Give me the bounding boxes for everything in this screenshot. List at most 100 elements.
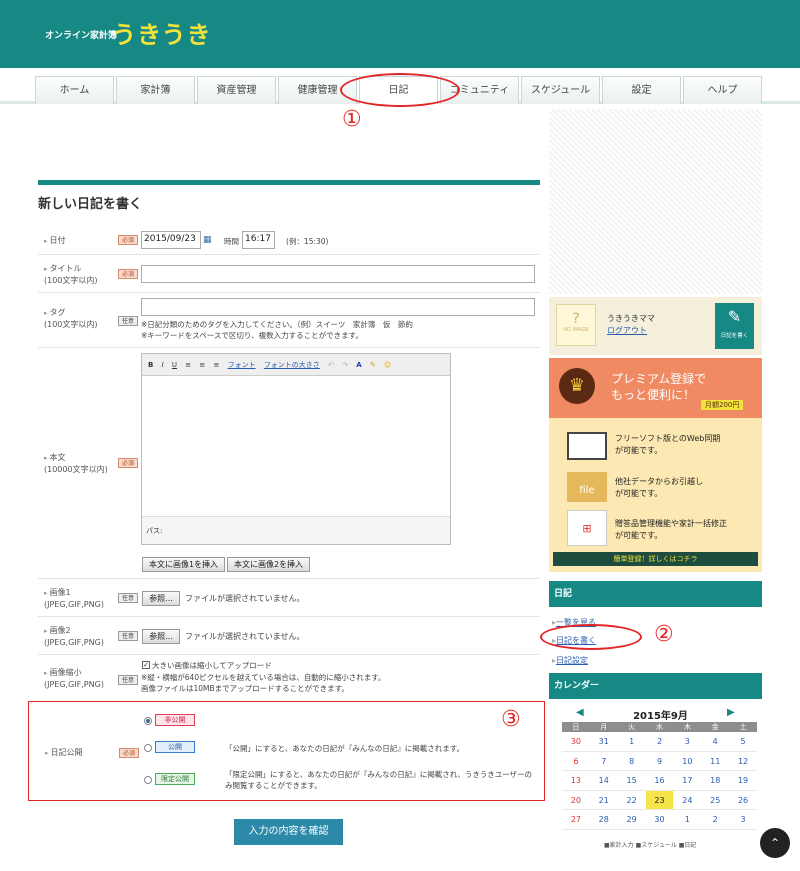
calendar-day[interactable]: 4 xyxy=(701,732,730,752)
calendar-day[interactable]: 17 xyxy=(673,771,702,791)
undo-icon[interactable]: ↶ xyxy=(328,361,334,369)
calendar-day[interactable]: 1 xyxy=(673,810,702,830)
underline-icon[interactable]: U xyxy=(172,361,177,369)
diary-settings-link[interactable]: 日記設定 xyxy=(552,655,588,666)
calendar-day[interactable]: 9 xyxy=(645,752,674,771)
bold-icon[interactable]: B xyxy=(148,361,153,369)
browse-button-1[interactable]: 参照... xyxy=(142,591,180,606)
calendar-day[interactable]: 31 xyxy=(589,732,618,752)
font-size-select[interactable]: フォントの大きさ xyxy=(264,361,320,369)
calendar-day[interactable]: 16 xyxy=(645,771,674,791)
optional-badge: 任意 xyxy=(118,593,138,603)
shrink-row: 画像縮小(JPEG,GIF,PNG) 任意 ✓ 大きい画像は縮小してアップロード… xyxy=(38,655,540,701)
annotation-number-3: ③ xyxy=(501,707,521,732)
italic-icon[interactable]: I xyxy=(162,361,164,369)
shrink-checkbox[interactable]: ✓ xyxy=(142,661,150,669)
weekday-header: 水 xyxy=(645,722,674,732)
calendar-day[interactable]: 1 xyxy=(617,732,646,752)
tag-label: タグ(100文字以内) xyxy=(44,307,98,331)
calendar-day[interactable]: 20 xyxy=(562,791,590,810)
write-diary-button[interactable]: ✎ 日記を書く xyxy=(715,303,754,349)
annotation-number-1: ① xyxy=(342,107,362,132)
calendar-day[interactable]: 29 xyxy=(617,810,646,830)
calendar-day[interactable]: 8 xyxy=(617,752,646,771)
calendar-day[interactable]: 23 xyxy=(645,790,674,810)
calendar-day[interactable]: 22 xyxy=(617,791,646,810)
crown-icon: ♛ xyxy=(559,368,595,404)
calendar-day[interactable]: 12 xyxy=(729,752,757,771)
calendar-day[interactable]: 13 xyxy=(562,771,590,791)
calendar-day[interactable]: 15 xyxy=(617,771,646,791)
confirm-button[interactable]: 入力の内容を確認 xyxy=(234,819,343,845)
tab-home[interactable]: ホーム xyxy=(35,76,114,104)
calendar-day[interactable]: 2 xyxy=(701,810,730,830)
logo[interactable]: うきうき xyxy=(112,15,212,50)
site-header: オンライン家計簿 うきうき xyxy=(0,0,800,68)
calendar-icon[interactable]: ▦ xyxy=(203,235,212,245)
scroll-top-button[interactable]: ⌃ xyxy=(760,828,790,858)
private-badge: 非公開 xyxy=(155,714,195,726)
tab-household[interactable]: 家計簿 xyxy=(116,76,195,104)
font-select[interactable]: フォント xyxy=(228,361,256,369)
calendar-day[interactable]: 28 xyxy=(589,810,618,830)
highlight-icon[interactable]: ✎ xyxy=(370,361,376,369)
radio-limited[interactable] xyxy=(144,776,152,784)
tab-help[interactable]: ヘルプ xyxy=(683,76,762,104)
premium-cta[interactable]: 簡単登録！詳しくはコチラ xyxy=(553,552,758,566)
insert-image2-button[interactable]: 本文に画像2を挿入 xyxy=(227,557,310,572)
calendar-day[interactable]: 3 xyxy=(729,810,757,830)
calendar-day[interactable]: 7 xyxy=(589,752,618,771)
time-input[interactable]: 16:17 xyxy=(242,231,275,249)
calendar-day[interactable]: 30 xyxy=(645,810,674,830)
calendar-day[interactable]: 11 xyxy=(701,752,730,771)
radio-public[interactable] xyxy=(144,744,152,752)
calendar-day[interactable]: 27 xyxy=(562,810,590,830)
insert-image1-button[interactable]: 本文に画像1を挿入 xyxy=(142,557,225,572)
calendar-day[interactable]: 24 xyxy=(673,791,702,810)
tab-settings[interactable]: 設定 xyxy=(602,76,681,104)
calendar-day[interactable]: 26 xyxy=(729,791,757,810)
shrink-check-label: 大きい画像は縮小してアップロード xyxy=(152,661,272,670)
tag-row: タグ(100文字以内) 任意 ※日記分類のためのタグを入力してください。（例）ス… xyxy=(38,293,540,348)
file-icon: file xyxy=(567,472,607,502)
title-input[interactable] xyxy=(141,265,535,283)
public-note: 「公開」にすると、あなたの日記が『みんなの日記』に掲載されます。 xyxy=(225,744,465,753)
tag-input[interactable] xyxy=(141,298,535,316)
emoji-icon[interactable]: ☺ xyxy=(384,361,391,369)
next-month-icon[interactable]: ▶ xyxy=(727,707,735,718)
align-right-icon[interactable]: ≡ xyxy=(213,361,219,369)
limited-badge: 限定公開 xyxy=(155,773,195,785)
calendar-day[interactable]: 3 xyxy=(673,732,702,752)
date-row: 日付 必須 2015/09/23 ▦ 時間 16:17 (例：15:30) xyxy=(38,225,540,255)
text-color-icon[interactable]: A xyxy=(356,361,361,369)
date-input[interactable]: 2015/09/23 xyxy=(141,231,201,249)
calendar-day[interactable]: 10 xyxy=(673,752,702,771)
time-example: (例：15:30) xyxy=(286,237,329,246)
time-label: 時間 xyxy=(224,237,239,246)
align-left-icon[interactable]: ≡ xyxy=(185,361,191,369)
shrink-label: 画像縮小(JPEG,GIF,PNG) xyxy=(44,667,104,691)
image2-row: 画像2(JPEG,GIF,PNG) 任意 参照... ファイルが選択されていませ… xyxy=(38,617,540,655)
redo-icon[interactable]: ↷ xyxy=(342,361,348,369)
calendar-day[interactable]: 25 xyxy=(701,791,730,810)
tab-assets[interactable]: 資産管理 xyxy=(197,76,276,104)
calendar-day[interactable]: 18 xyxy=(701,771,730,791)
rich-text-editor[interactable]: B I U ≡ ≡ ≡ フォント フォントの大きさ ↶ ↷ A ✎ ☺ パス: xyxy=(141,353,451,545)
publish-section: 日記公開 必須 非公開 公開 「公開」にすると、あなたの日記が『みんなの日記』に… xyxy=(28,701,545,801)
title-bar xyxy=(38,180,540,185)
align-center-icon[interactable]: ≡ xyxy=(199,361,205,369)
calendar-day[interactable]: 2 xyxy=(645,732,674,752)
calendar-day[interactable]: 14 xyxy=(589,771,618,791)
logout-link[interactable]: ログアウト xyxy=(607,325,647,336)
calendar-day[interactable]: 30 xyxy=(562,732,590,752)
calendar-day[interactable]: 21 xyxy=(589,791,618,810)
browse-button-2[interactable]: 参照... xyxy=(142,629,180,644)
calendar-day[interactable]: 5 xyxy=(729,732,757,752)
title-label: タイトル(100文字以内) xyxy=(44,263,98,287)
calendar-day[interactable]: 6 xyxy=(562,752,590,771)
calendar-day[interactable]: 19 xyxy=(729,771,757,791)
radio-private[interactable] xyxy=(144,717,152,725)
tab-schedule[interactable]: スケジュール xyxy=(521,76,600,104)
premium-banner[interactable]: ♛ プレミアム登録で もっと便利に！ 月額200円 フリーソフト版とのWeb同期… xyxy=(549,358,762,572)
limited-note-2: み閲覧することができます。 xyxy=(225,781,322,790)
